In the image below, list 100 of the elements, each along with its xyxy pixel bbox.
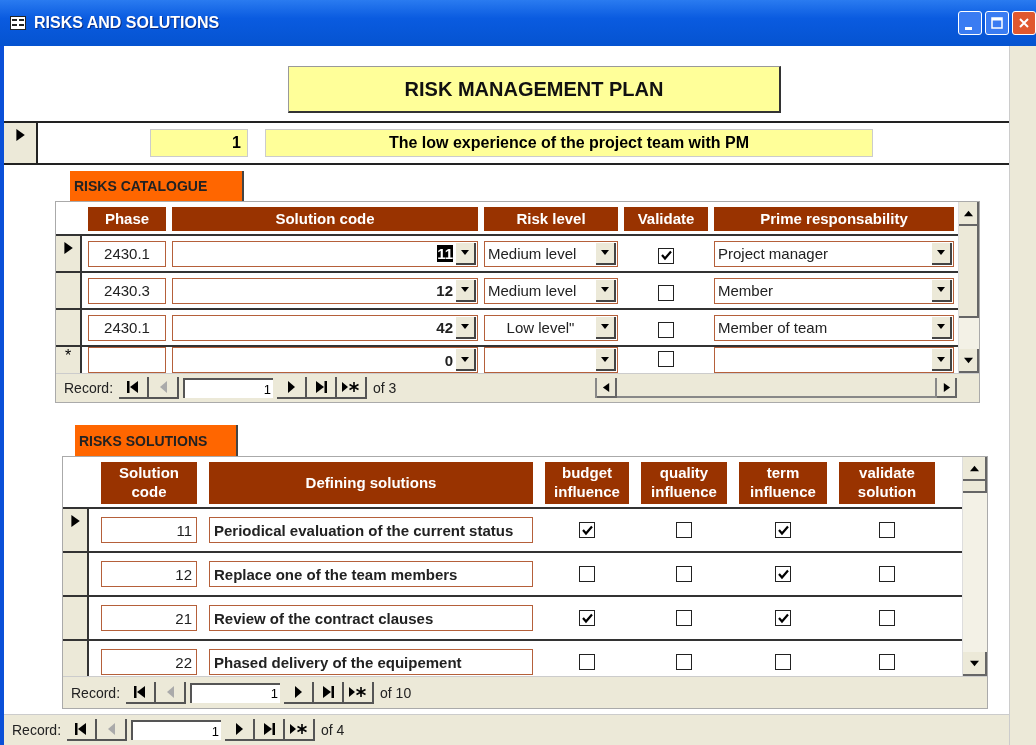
checkbox[interactable] bbox=[658, 247, 674, 264]
up-arrow-icon bbox=[963, 208, 973, 218]
record-selector[interactable] bbox=[4, 123, 38, 163]
dropdown-button[interactable] bbox=[932, 349, 952, 371]
dropdown-button[interactable] bbox=[456, 316, 476, 339]
dropdown-field[interactable]: Member of team bbox=[714, 314, 954, 341]
record-selector[interactable] bbox=[63, 641, 89, 676]
solution-field[interactable]: Replace one of the team members bbox=[209, 561, 533, 587]
checkbox[interactable] bbox=[879, 522, 895, 538]
checkbox[interactable] bbox=[879, 610, 895, 626]
maximize-button[interactable] bbox=[985, 11, 1009, 35]
dropdown-field[interactable]: Member bbox=[714, 277, 954, 304]
checkbox[interactable] bbox=[579, 522, 595, 538]
checkbox[interactable] bbox=[775, 522, 791, 538]
checkbox[interactable] bbox=[579, 610, 595, 626]
solution-code-field[interactable]: 22 bbox=[101, 649, 197, 675]
scroll-up-button[interactable] bbox=[963, 457, 987, 481]
phase-field[interactable]: 2430.1 bbox=[88, 240, 166, 267]
new-record-button[interactable] bbox=[285, 719, 316, 741]
checkbox[interactable] bbox=[676, 654, 692, 670]
dropdown-field[interactable]: 12 bbox=[172, 277, 478, 304]
maximize-icon bbox=[991, 17, 1003, 29]
record-label: Record: bbox=[12, 722, 62, 738]
checkbox[interactable] bbox=[879, 654, 895, 670]
dropdown-button[interactable] bbox=[456, 349, 476, 371]
record-selector[interactable] bbox=[63, 553, 89, 595]
new-record-button[interactable] bbox=[337, 377, 368, 399]
checkbox[interactable] bbox=[676, 522, 692, 538]
first-record-button[interactable] bbox=[119, 377, 150, 399]
record-selector[interactable] bbox=[63, 597, 89, 639]
phase-field[interactable] bbox=[88, 347, 166, 373]
scroll-right-button[interactable] bbox=[937, 378, 957, 398]
scroll-down-button[interactable] bbox=[959, 349, 979, 373]
solution-field[interactable]: Periodical evaluation of the current status bbox=[209, 517, 533, 543]
solution-code-field[interactable]: 12 bbox=[101, 561, 197, 587]
dropdown-button[interactable] bbox=[456, 242, 476, 265]
scroll-up-button[interactable] bbox=[959, 202, 979, 226]
new-record-button[interactable] bbox=[344, 681, 375, 704]
dropdown-button[interactable] bbox=[596, 242, 616, 265]
dropdown-button[interactable] bbox=[596, 349, 616, 371]
dropdown-button[interactable] bbox=[932, 242, 952, 265]
dropdown-field[interactable]: Project manager bbox=[714, 240, 954, 267]
caret-icon bbox=[601, 356, 609, 362]
last-record-button[interactable] bbox=[314, 681, 345, 704]
record-number-field[interactable]: 1 bbox=[131, 720, 222, 740]
dropdown-field[interactable] bbox=[484, 347, 618, 373]
dropdown-field[interactable]: Medium level bbox=[484, 277, 618, 304]
dropdown-field[interactable]: 11 bbox=[172, 240, 478, 267]
checkbox[interactable] bbox=[658, 351, 674, 367]
dropdown-field[interactable]: 42 bbox=[172, 314, 478, 341]
vertical-scrollbar[interactable] bbox=[958, 202, 979, 373]
checkbox[interactable] bbox=[579, 654, 595, 670]
risk-number-field[interactable]: 1 bbox=[150, 129, 248, 157]
checkbox[interactable] bbox=[658, 284, 674, 301]
solution-field[interactable]: Phased delivery of the equipement bbox=[209, 649, 533, 675]
risk-description-field[interactable]: The low experience of the project team with PM bbox=[265, 129, 873, 157]
last-record-button[interactable] bbox=[307, 377, 338, 399]
scroll-down-button[interactable] bbox=[963, 652, 987, 676]
dropdown-field[interactable]: Low level" bbox=[484, 314, 618, 341]
solution-code-field[interactable]: 11 bbox=[101, 517, 197, 543]
checkbox[interactable] bbox=[775, 566, 791, 582]
scroll-thumb[interactable] bbox=[963, 481, 987, 493]
record-selector[interactable] bbox=[56, 236, 82, 271]
vertical-scrollbar[interactable] bbox=[962, 457, 987, 676]
scroll-thumb[interactable] bbox=[959, 226, 979, 318]
checkbox[interactable] bbox=[676, 610, 692, 626]
record-number-field[interactable]: 1 bbox=[190, 682, 281, 703]
caret-icon bbox=[461, 287, 469, 292]
dropdown-button[interactable] bbox=[456, 279, 476, 302]
up-arrow-icon bbox=[969, 463, 979, 473]
dropdown-button[interactable] bbox=[596, 279, 616, 302]
caret-icon bbox=[461, 356, 469, 362]
checkbox[interactable] bbox=[775, 610, 791, 626]
checkbox[interactable] bbox=[879, 566, 895, 582]
record-label: Record: bbox=[71, 684, 121, 701]
dropdown-field[interactable] bbox=[714, 347, 954, 373]
column-header: Solution code bbox=[172, 207, 478, 231]
solution-code-field[interactable]: 21 bbox=[101, 605, 197, 631]
dropdown-button[interactable] bbox=[932, 279, 952, 302]
solution-field[interactable]: Review of the contract clauses bbox=[209, 605, 533, 631]
record-number-field[interactable]: 1 bbox=[183, 378, 274, 398]
phase-field[interactable]: 2430.3 bbox=[88, 277, 166, 304]
record-selector[interactable] bbox=[63, 509, 89, 551]
checkbox[interactable] bbox=[579, 566, 595, 582]
dropdown-button[interactable] bbox=[596, 316, 616, 339]
record-selector[interactable] bbox=[56, 310, 82, 345]
last-record-button[interactable] bbox=[255, 719, 286, 741]
dropdown-field[interactable]: 0 bbox=[172, 347, 478, 373]
scroll-left-button[interactable] bbox=[597, 378, 617, 398]
minimize-button[interactable] bbox=[958, 11, 982, 35]
checkbox[interactable] bbox=[658, 321, 674, 338]
phase-field[interactable]: 2430.1 bbox=[88, 314, 166, 341]
next-record-button[interactable] bbox=[277, 377, 308, 399]
checkbox[interactable] bbox=[775, 654, 791, 670]
record-count: of 3 bbox=[373, 380, 397, 396]
close-button[interactable] bbox=[1012, 11, 1036, 35]
dropdown-button[interactable] bbox=[932, 316, 952, 339]
record-selector[interactable] bbox=[56, 273, 82, 308]
dropdown-field[interactable]: Medium level bbox=[484, 240, 618, 267]
checkbox[interactable] bbox=[676, 566, 692, 582]
